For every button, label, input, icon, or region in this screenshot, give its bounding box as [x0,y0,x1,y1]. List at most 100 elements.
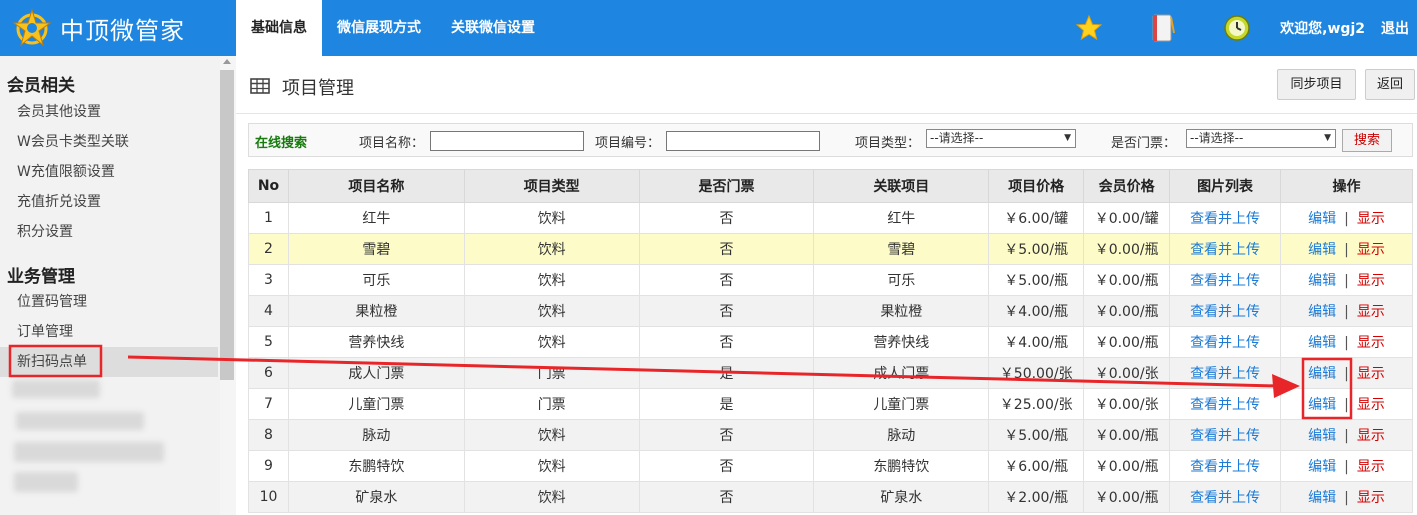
column-header: 项目名称 [287,169,465,203]
show-link[interactable]: 显示 [1357,428,1385,444]
view-upload-images-link[interactable]: 查看并上传 [1190,459,1260,475]
column-header: 会员价格 [1083,169,1171,203]
table-cell: 编辑 | 显示 [1280,450,1413,482]
sidebar-item-points[interactable]: 积分设置 [0,217,218,247]
table-cell: 成人门票 [813,357,990,389]
search-button[interactable]: 搜索 [1342,129,1392,152]
scroll-up-arrow-icon[interactable] [223,59,231,64]
table-row: 8 脉动 饮料否脉动 ￥5.00/瓶 ￥0.00/瓶 查看并上传 编辑 | 显示 [248,419,1413,451]
view-upload-images-link[interactable]: 查看并上传 [1190,397,1260,413]
star-icon[interactable] [1074,13,1104,43]
star-logo-icon [12,8,52,48]
project-name-input[interactable] [430,131,584,151]
table-cell: 查看并上传 [1169,202,1282,234]
table-cell: ￥0.00/张 [1083,357,1171,389]
sidebar-item-recharge-discount[interactable]: 充值折兑设置 [0,187,218,217]
sidebar-item-card-type[interactable]: W会员卡类型关联 [0,127,218,157]
project-type-select[interactable]: --请选择-- ▼ [926,129,1076,148]
table-cell: 饮料 [463,202,640,234]
edit-link[interactable]: 编辑 [1308,397,1336,413]
table-cell: 可乐 [287,264,465,296]
edit-link[interactable]: 编辑 [1308,459,1336,475]
table-cell: ￥0.00/瓶 [1083,326,1171,358]
sidebar-item-scan-order[interactable]: 新扫码点单 [0,347,218,377]
main-content: 项目管理 同步项目 返回 在线搜索 项目名称： 项目编号： 项目类型： --请选… [236,56,1417,515]
nav-wechat-settings[interactable]: 关联微信设置 [436,0,550,56]
table-cell: 查看并上传 [1169,264,1282,296]
table-cell: ￥50.00/张 [988,357,1085,389]
edit-link[interactable]: 编辑 [1308,211,1336,227]
notebook-icon[interactable] [1148,13,1178,43]
edit-link[interactable]: 编辑 [1308,273,1336,289]
edit-link[interactable]: 编辑 [1308,335,1336,351]
sync-projects-button[interactable]: 同步项目 [1277,69,1356,100]
view-upload-images-link[interactable]: 查看并上传 [1190,242,1260,258]
table-cell: 是 [638,357,815,389]
project-type-value: --请选择-- [930,131,984,145]
table-cell: 查看并上传 [1169,419,1282,451]
op-separator: | [1344,459,1349,475]
view-upload-images-link[interactable]: 查看并上传 [1190,366,1260,382]
table-cell: 雪碧 [287,233,465,265]
show-link[interactable]: 显示 [1357,211,1385,227]
show-link[interactable]: 显示 [1357,490,1385,506]
op-separator: | [1344,273,1349,289]
view-upload-images-link[interactable]: 查看并上传 [1190,490,1260,506]
table-cell: 果粒橙 [813,295,990,327]
view-upload-images-link[interactable]: 查看并上传 [1190,273,1260,289]
show-link[interactable]: 显示 [1357,304,1385,320]
table-row: 3 可乐 饮料否可乐 ￥5.00/瓶 ￥0.00/瓶 查看并上传 编辑 | 显示 [248,264,1413,296]
project-code-input[interactable] [666,131,820,151]
table-cell: 营养快线 [287,326,465,358]
sidebar: 会员相关 会员其他设置 W会员卡类型关联 W充值限额设置 充值折兑设置 积分设置… [0,56,236,515]
edit-link[interactable]: 编辑 [1308,304,1336,320]
edit-link[interactable]: 编辑 [1308,428,1336,444]
clock-icon[interactable] [1222,13,1252,43]
sidebar-item-orders[interactable]: 订单管理 [0,317,218,347]
edit-link[interactable]: 编辑 [1308,366,1336,382]
project-name-label: 项目名称： [359,136,425,151]
nav-wechat-display[interactable]: 微信展现方式 [322,0,436,56]
logo-text: 中顶微管家 [60,16,185,45]
show-link[interactable]: 显示 [1357,366,1385,382]
view-upload-images-link[interactable]: 查看并上传 [1190,428,1260,444]
view-upload-images-link[interactable]: 查看并上传 [1190,304,1260,320]
column-header: 关联项目 [813,169,990,203]
sidebar-item-recharge-limit[interactable]: W充值限额设置 [0,157,218,187]
search-title: 在线搜索 [255,136,308,151]
table-cell: 10 [248,481,289,513]
view-upload-images-link[interactable]: 查看并上传 [1190,211,1260,227]
nav-basic-info[interactable]: 基础信息 [236,0,322,56]
is-ticket-select[interactable]: --请选择-- ▼ [1186,129,1336,148]
back-button[interactable]: 返回 [1365,69,1415,100]
view-upload-images-link[interactable]: 查看并上传 [1190,335,1260,351]
show-link[interactable]: 显示 [1357,242,1385,258]
show-link[interactable]: 显示 [1357,273,1385,289]
table-cell: 东鹏特饮 [287,450,465,482]
show-link[interactable]: 显示 [1357,335,1385,351]
show-link[interactable]: 显示 [1357,459,1385,475]
table-cell: 饮料 [463,481,640,513]
sidebar-item-member-other[interactable]: 会员其他设置 [0,97,218,127]
table-cell: 果粒橙 [287,295,465,327]
page-title: 项目管理 [282,78,354,99]
sidebar-scrollbar[interactable] [220,56,236,515]
table-cell: 是 [638,388,815,420]
table-cell: 脉动 [813,419,990,451]
table-row: 10 矿泉水 饮料否矿泉水 ￥2.00/瓶 ￥0.00/瓶 查看并上传 编辑 | 显示 [248,481,1413,513]
table-cell: 查看并上传 [1169,388,1282,420]
table-cell: 查看并上传 [1169,295,1282,327]
table-cell: 饮料 [463,233,640,265]
is-ticket-label: 是否门票： [1111,136,1177,151]
op-separator: | [1344,304,1349,320]
table-cell: ￥4.00/瓶 [988,326,1085,358]
show-link[interactable]: 显示 [1357,397,1385,413]
scroll-thumb[interactable] [220,70,234,380]
edit-link[interactable]: 编辑 [1308,242,1336,258]
logout-link[interactable]: 退出 [1381,18,1409,38]
edit-link[interactable]: 编辑 [1308,490,1336,506]
project-code-label: 项目编号： [595,136,661,151]
sidebar-item-location-code[interactable]: 位置码管理 [0,287,218,317]
is-ticket-value: --请选择-- [1190,131,1244,145]
column-header: 是否门票 [638,169,815,203]
